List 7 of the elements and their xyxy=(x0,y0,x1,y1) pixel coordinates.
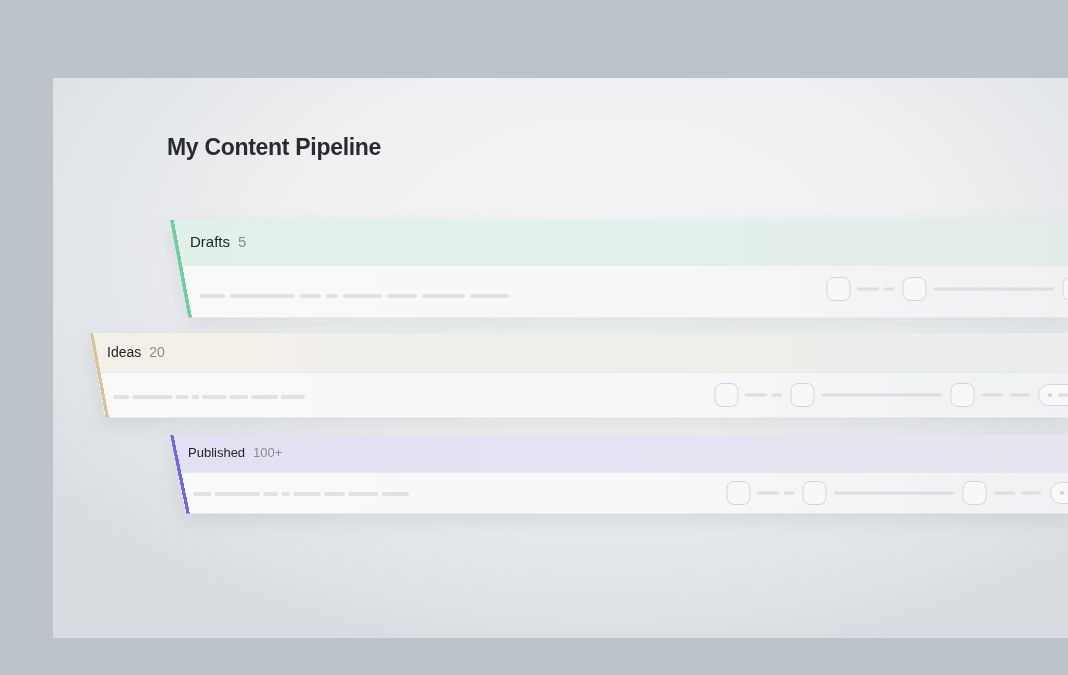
stage-count: 5 xyxy=(238,231,247,252)
page-title: My Content Pipeline xyxy=(167,134,382,162)
stage-name: Published xyxy=(188,444,246,463)
stage-name: Drafts xyxy=(190,231,230,252)
stage-count: 100+ xyxy=(253,444,283,463)
stage-name: Ideas xyxy=(107,342,142,362)
stage-count: 20 xyxy=(149,342,165,362)
